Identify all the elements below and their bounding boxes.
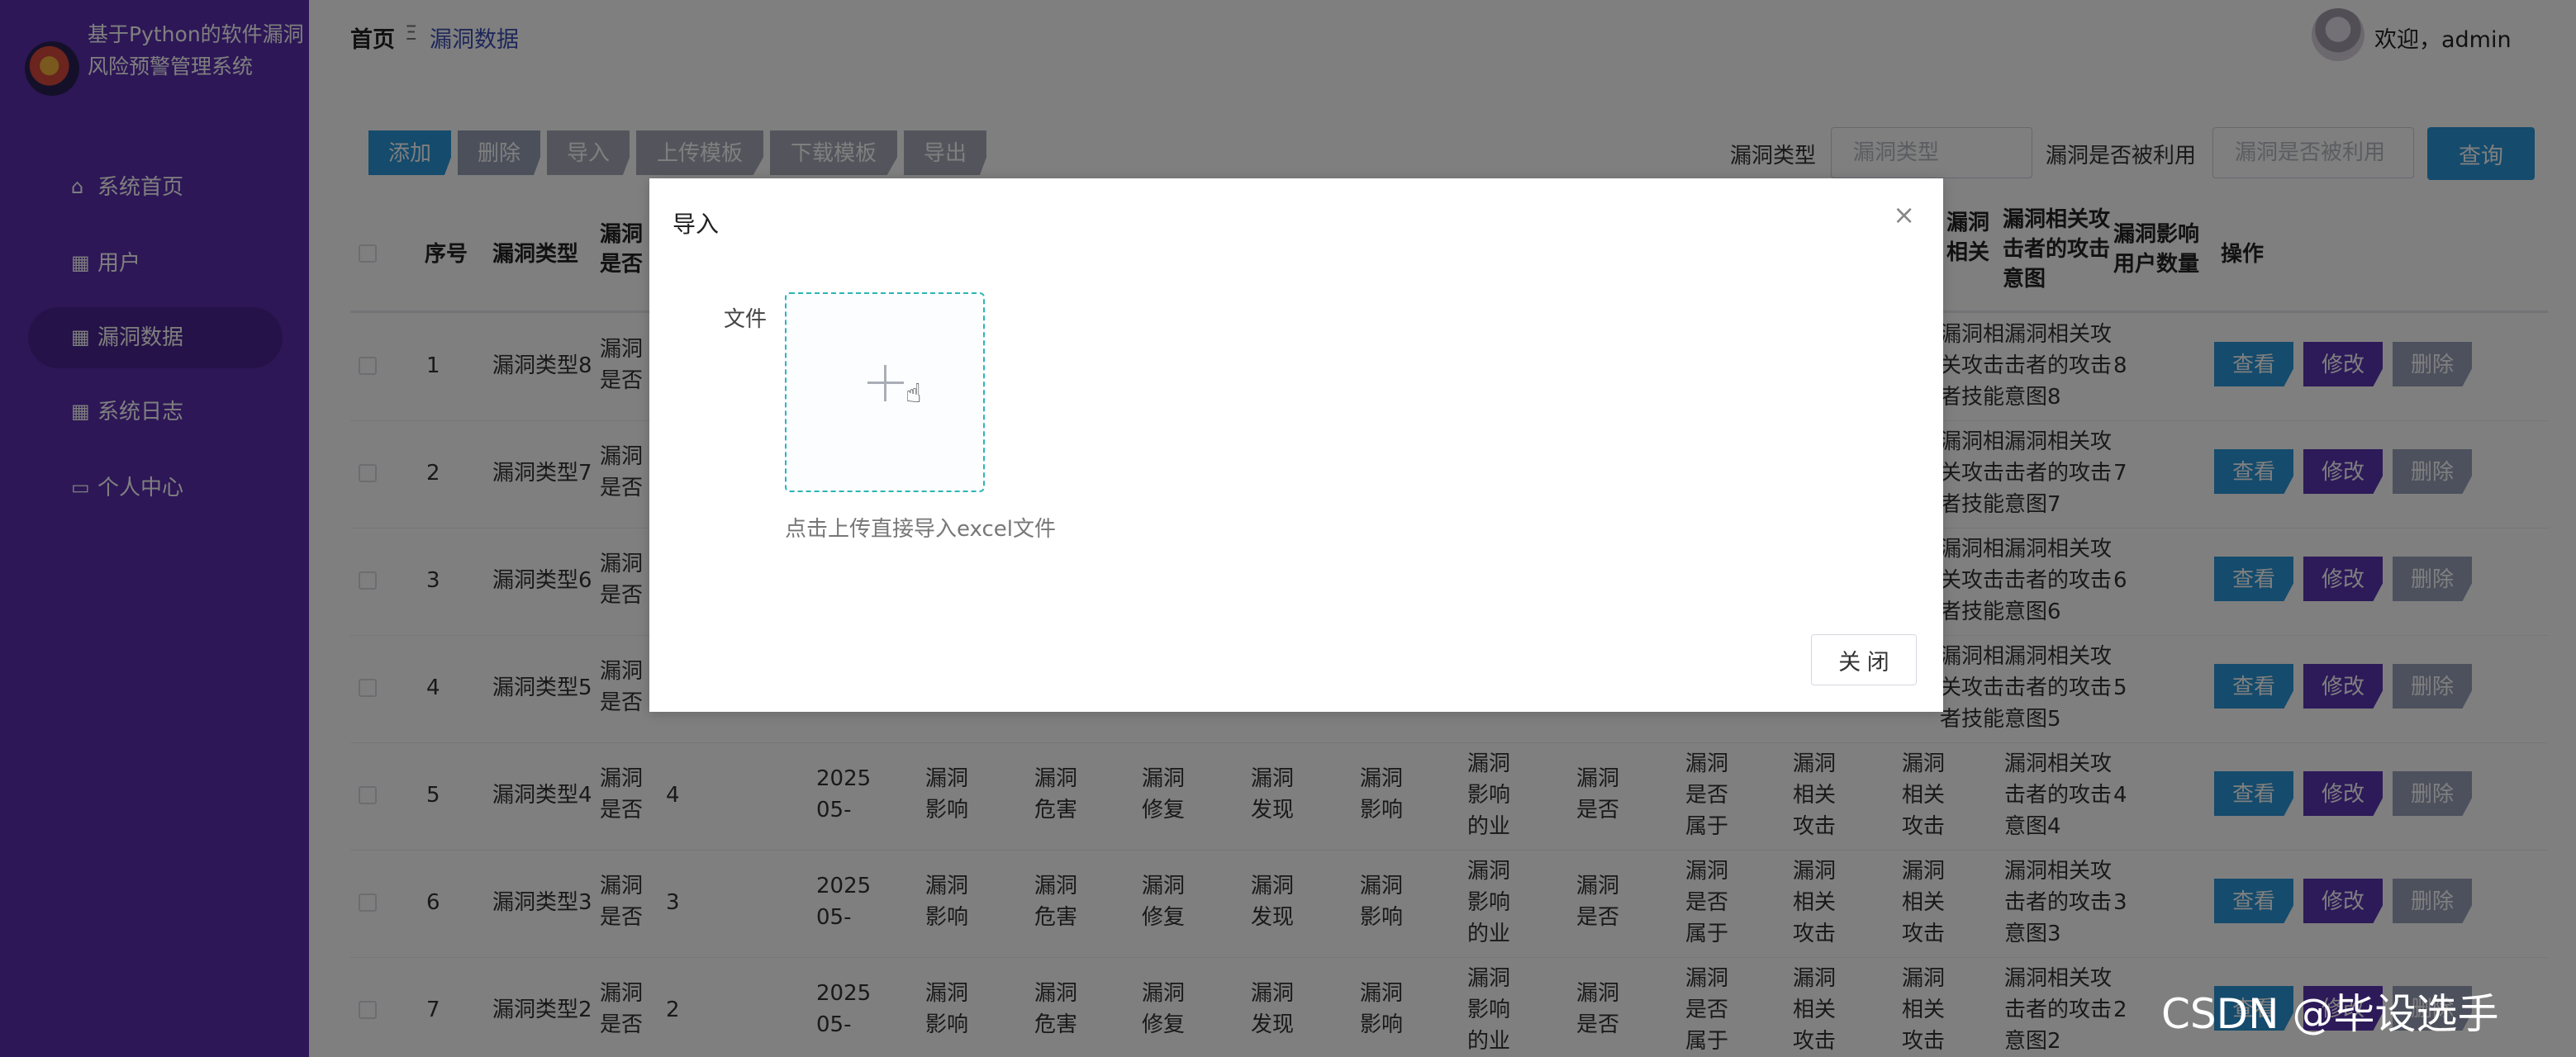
file-label: 文件 — [724, 307, 768, 332]
upload-tip: 点击上传直接导入excel文件 — [785, 517, 1056, 542]
close-button[interactable]: 关 闭 — [1811, 634, 1917, 685]
hand-cursor-icon: ☝ — [905, 377, 922, 409]
dialog-title: 导入 — [673, 211, 720, 238]
upload-dropzone[interactable]: ☝ — [785, 292, 985, 492]
close-icon[interactable]: × — [1893, 201, 1915, 228]
watermark: CSDN @毕设选手 — [2161, 990, 2499, 1038]
plus-icon — [867, 365, 904, 401]
app-root: 基于Python的软件漏洞风险预警管理系统 ⌂系统首页 ▦用户 ▦漏洞数据 ▦系… — [0, 0, 2576, 1057]
import-dialog: 导入 × 文件 ☝ 点击上传直接导入excel文件 关 闭 — [649, 178, 1943, 712]
